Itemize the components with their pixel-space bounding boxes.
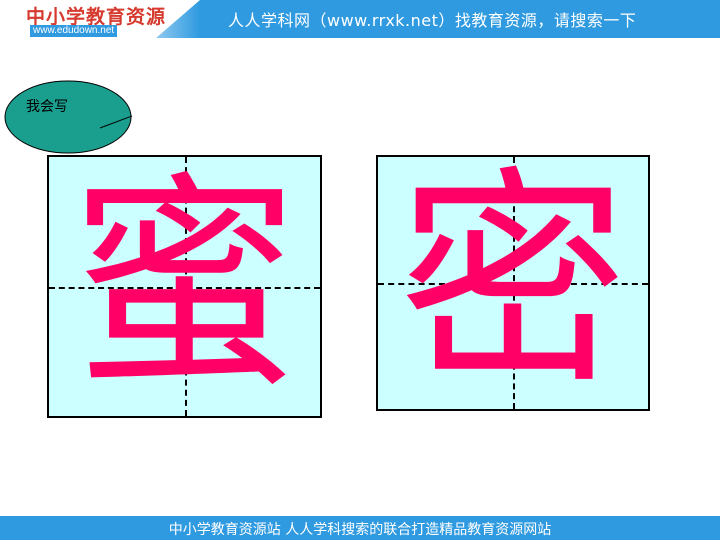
grid-character: 密 xyxy=(397,155,628,411)
grid-character: 蜜 xyxy=(69,155,300,418)
speech-bubble-shape xyxy=(4,80,132,154)
header-banner: 中小学教育资源 www.edudown.net 人人学科网（www.rrxk.n… xyxy=(0,0,720,38)
writing-grid-1: 蜜 xyxy=(47,155,322,418)
speech-bubble-pointer xyxy=(99,115,133,129)
footer-text: 中小学教育资源站 人人学科搜索的联合打造精品教育资源网站 xyxy=(168,522,552,538)
banner-text: 人人学科网（www.rrxk.net）找教育资源，请搜索一下 xyxy=(228,11,637,30)
footer-banner: 中小学教育资源站 人人学科搜索的联合打造精品教育资源网站 xyxy=(0,516,720,540)
bubble-label: 我会写 xyxy=(26,99,68,115)
logo-url: www.edudown.net xyxy=(30,25,118,37)
writing-grid-2: 密 xyxy=(376,155,650,411)
